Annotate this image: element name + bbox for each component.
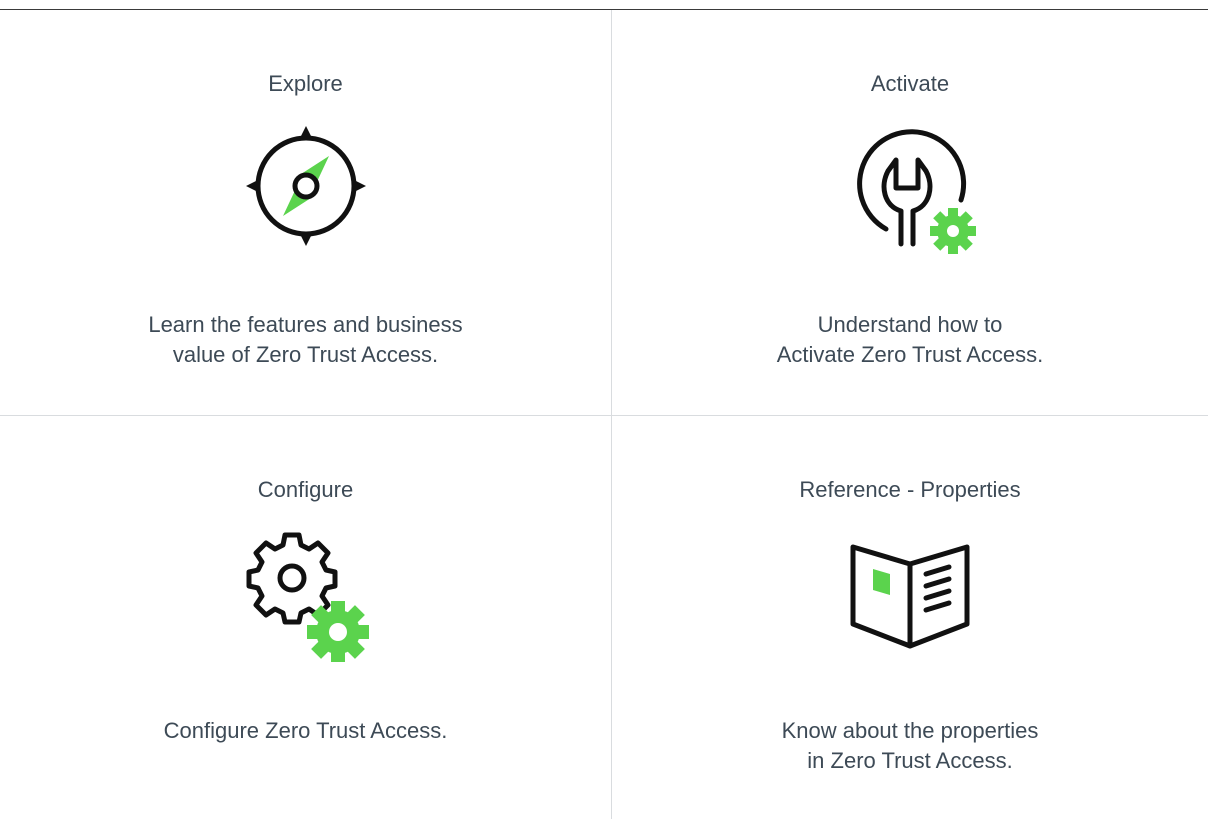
card-title: Reference - Properties (799, 477, 1021, 502)
card-title: Explore (268, 71, 343, 96)
card-description: Learn the features and business value of… (148, 312, 463, 367)
card-description: Know about the properties in Zero Trust … (781, 718, 1039, 773)
card-title: Configure (257, 477, 354, 502)
open-book-icon (840, 522, 980, 662)
gears-icon (236, 522, 376, 662)
explore-card[interactable]: Explore Learn the features and business … (0, 10, 611, 415)
activate-card[interactable]: Activate Understand how to Activate Zero… (612, 10, 1208, 415)
reference-properties-card[interactable]: Reference - Properties Know about the pr… (612, 416, 1208, 821)
card-title: Activate (870, 71, 950, 96)
card-description: Understand how to Activate Zero Trust Ac… (776, 312, 1044, 367)
card-description: Configure Zero Trust Access. (163, 718, 448, 743)
compass-icon (236, 116, 376, 256)
configure-card[interactable]: Configure Configure Zero Trust Access. (0, 416, 611, 821)
wrench-gear-icon (840, 116, 980, 256)
